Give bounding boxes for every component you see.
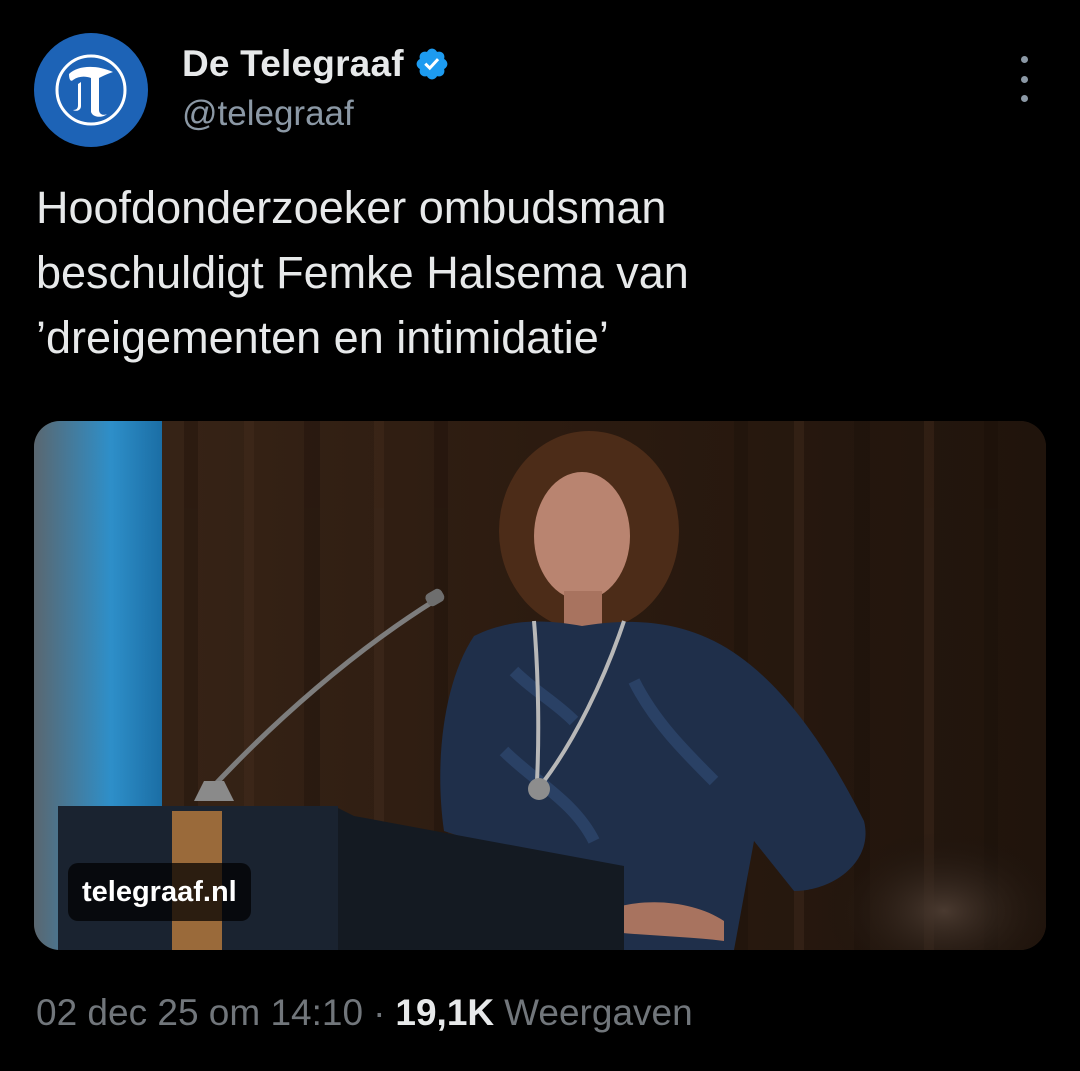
views-label: Weergaven: [504, 992, 693, 1033]
author-handle[interactable]: @telegraaf: [182, 94, 450, 134]
telegraaf-t-logo-icon: [55, 54, 127, 126]
views-count: 19,1K: [395, 992, 495, 1033]
verified-badge-icon: [416, 48, 448, 80]
author-info: De Telegraaf @telegraaf: [182, 40, 450, 134]
author-display-name[interactable]: De Telegraaf: [182, 43, 404, 85]
name-row: De Telegraaf: [182, 40, 450, 88]
tweet-timestamp[interactable]: 02 dec 25 om 14:10: [36, 992, 363, 1034]
meta-separator: ·: [373, 992, 386, 1033]
tweet-meta: 02 dec 25 om 14:10 · 19,1K Weergaven: [36, 992, 693, 1034]
tweet-text: Hoofdonderzoeker ombudsman beschuldigt F…: [36, 182, 689, 363]
more-dot-icon: [1020, 56, 1028, 63]
more-dot-icon: [1020, 75, 1028, 83]
tweet: De Telegraaf @telegraaf Hoofdonderzoeker…: [0, 0, 1080, 1071]
more-options-button[interactable]: [1004, 56, 1044, 102]
link-domain-badge[interactable]: telegraaf.nl: [68, 863, 251, 921]
more-dot-icon: [1020, 95, 1028, 102]
avatar[interactable]: [34, 33, 148, 147]
